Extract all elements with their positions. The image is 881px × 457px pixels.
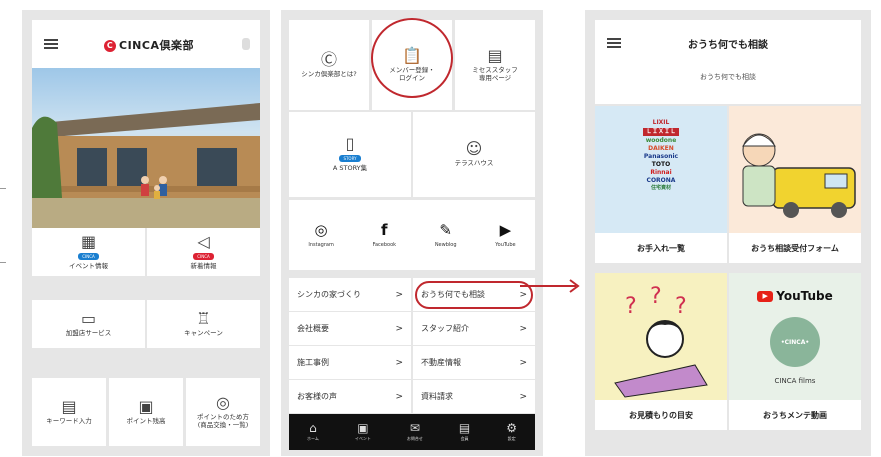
member-card-icon: ▤ [458, 421, 471, 435]
estimate-guide-tile[interactable]: ? ? ? お見積もりの目安 [595, 273, 727, 430]
keyword-input-tile[interactable]: ▤ キーワード入力 [32, 378, 106, 446]
chevron-right-icon: > [519, 357, 527, 368]
app-menu-screen: Ⓒ シンカ倶楽部とは? 📋 メンバー登録・ ログイン ▤ ミセススタッフ 専用ペ… [281, 10, 543, 456]
chevron-right-icon: > [395, 357, 403, 368]
house-illustration [32, 103, 260, 228]
brand-logos-image: LIXIL ＬＩＸＩＬ woodone DAIKEN Panasonic TOT… [595, 106, 727, 233]
terrace-house-tile[interactable]: ☺ テラスハウス [413, 112, 535, 197]
hamburger-menu-icon[interactable] [44, 39, 58, 49]
nav-settings[interactable]: ⚙ 設定 [506, 422, 517, 442]
card-icon: ▣ [138, 396, 154, 416]
app-header: C CINCA倶楽部 [32, 20, 260, 68]
menu-item-house-building[interactable]: シンカの家づくり > [289, 278, 411, 311]
thinking-person-illustration: ? ? ? [595, 273, 727, 400]
svg-text:?: ? [675, 294, 687, 319]
menu-item-voices[interactable]: お客様の声 > [289, 380, 411, 413]
chevron-right-icon: > [395, 289, 403, 300]
coupon-icon: ▭ [80, 308, 97, 328]
chevron-right-icon: > [395, 323, 403, 334]
book-icon: ▯ [345, 134, 355, 154]
pencil-icon: ✎ [439, 220, 452, 239]
chevron-right-icon: > [519, 323, 527, 334]
youtube-channel-image: ▶ YouTube •CINCA• CINCA films [729, 273, 861, 400]
menu-list: シンカの家づくり > おうち何でも相談 > 会社概要 > スタッフ紹介 > 施工事例 > … [289, 278, 535, 414]
home-icon: ⌂ [309, 421, 317, 435]
highlight-circle [371, 18, 453, 98]
newblog-link[interactable]: ✎ Newblog [435, 220, 457, 248]
youtube-play-icon: ▶ [757, 291, 774, 302]
chevron-right-icon: > [395, 391, 403, 402]
id-card-icon: ▤ [487, 45, 503, 65]
gift-icon: ♖ [196, 308, 211, 328]
calendar-icon: ▣ [357, 421, 369, 435]
bottom-nav: ⌂ ホーム ▣ イベント ✉ お問合せ ▤ 会員 ⚙ 設定 [289, 414, 535, 450]
sns-links: ◎ Instagram f Facebook ✎ Newblog ▶ YouTube [289, 200, 535, 270]
news-tile[interactable]: ◁ CINCA 新着情報 [147, 228, 260, 276]
menu-item-staff[interactable]: スタッフ紹介 > [413, 312, 535, 345]
van-illustration [729, 106, 861, 233]
channel-name: CINCA films [774, 377, 816, 385]
menu-item-request-docs[interactable]: 資料請求 > [413, 380, 535, 413]
guide-mark [0, 262, 6, 263]
menu-item-works[interactable]: 施工事例 > [289, 346, 411, 379]
youtube-link[interactable]: ▶ YouTube [495, 220, 515, 248]
notification-icon[interactable] [242, 38, 250, 50]
svg-text:?: ? [650, 284, 662, 309]
coin-icon: ◎ [216, 392, 230, 412]
connector-arrow-icon [520, 279, 580, 293]
mail-icon: ✉ [409, 421, 420, 435]
people-icon: ☺ [465, 139, 483, 159]
consult-form-tile[interactable]: おうち相談受付フォーム [729, 106, 861, 263]
page-title: おうち何でも相談 [688, 40, 768, 51]
page-subtitle: おうち何でも相談 [700, 73, 756, 81]
app-home-screen: C CINCA倶楽部 ▦ CINCA イベント情報 ◁ CINCA 新着情報 ▭… [22, 10, 270, 456]
cinca-logo[interactable]: C CINCA倶楽部 [104, 37, 194, 53]
menu-item-real-estate[interactable]: 不動産情報 > [413, 346, 535, 379]
consultation-header: おうち何でも相談 おうち何でも相談 [595, 20, 861, 104]
consultation-screen: おうち何でも相談 おうち何でも相談 LIXIL ＬＩＸＩＬ woodone DA… [585, 10, 871, 456]
youtube-logo: ▶ YouTube [729, 289, 861, 303]
nav-home[interactable]: ⌂ ホーム [307, 422, 319, 442]
chevron-right-icon: > [519, 391, 527, 402]
maintenance-video-tile[interactable]: ▶ YouTube •CINCA• CINCA films おうちメンテ動画 [729, 273, 861, 430]
facebook-link[interactable]: f Facebook [373, 220, 397, 248]
point-balance-tile[interactable]: ▣ ポイント残高 [109, 378, 183, 446]
gear-icon: ⚙ [506, 421, 517, 435]
hero-house-photo [32, 68, 260, 228]
instagram-icon: ◎ [314, 220, 328, 239]
svg-text:?: ? [625, 294, 637, 319]
keypad-icon: ▤ [61, 396, 77, 416]
maintenance-list-tile[interactable]: LIXIL ＬＩＸＩＬ woodone DAIKEN Panasonic TOT… [595, 106, 727, 263]
instagram-link[interactable]: ◎ Instagram [308, 220, 333, 248]
youtube-icon: ▶ [499, 220, 512, 239]
member-store-tile[interactable]: ▭ 加盟店サービス [32, 300, 145, 348]
c-circle-icon: Ⓒ [320, 49, 337, 69]
highlight-oval [415, 281, 533, 309]
point-guide-tile[interactable]: ◎ ポイントのため方 (商品交換・一覧) [186, 378, 260, 446]
menu-item-company[interactable]: 会社概要 > [289, 312, 411, 345]
campaign-tile[interactable]: ♖ キャンペーン [147, 300, 260, 348]
nav-member[interactable]: ▤ 会員 [459, 422, 470, 442]
feature-grid: ▦ CINCA イベント情報 ◁ CINCA 新着情報 ▭ 加盟店サービス ♖ … [32, 228, 260, 446]
cinca-channel-badge: •CINCA• [770, 317, 820, 367]
guide-mark [0, 188, 6, 189]
story-tile[interactable]: ▯ STORY A STORY集 [289, 112, 411, 197]
nav-contact[interactable]: ✉ お問合せ [407, 422, 423, 442]
about-tile[interactable]: Ⓒ シンカ倶楽部とは? [289, 20, 369, 110]
megaphone-icon: ◁ [197, 231, 210, 251]
nav-event[interactable]: ▣ イベント [355, 422, 371, 442]
event-info-tile[interactable]: ▦ CINCA イベント情報 [32, 228, 145, 276]
facebook-icon: f [381, 220, 388, 239]
calendar-icon: ▦ [80, 231, 97, 251]
staff-page-tile[interactable]: ▤ ミセススタッフ 専用ページ [455, 20, 535, 110]
